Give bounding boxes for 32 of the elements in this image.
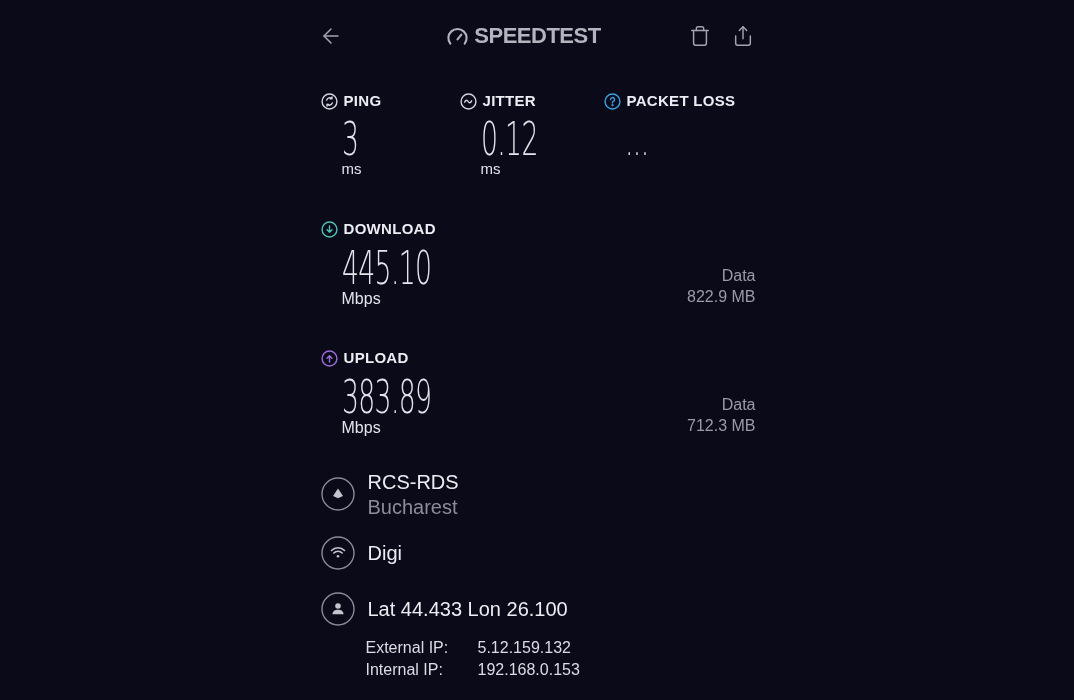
metric-value: 0.12 xyxy=(480,117,538,161)
trash-icon xyxy=(688,24,711,48)
speed-unit: Mbps xyxy=(341,290,381,307)
metric-unit: ms xyxy=(341,160,362,177)
speed-unit: Mbps xyxy=(341,419,381,436)
connection-subtitle: Bucharest xyxy=(367,495,459,520)
metric-label: PING xyxy=(343,92,382,110)
data-label: Data xyxy=(721,266,756,286)
speed-value: 445.10 xyxy=(341,246,431,290)
ip-value: 192.168.0.153 xyxy=(477,660,580,680)
speed-label: DOWNLOAD xyxy=(343,220,436,238)
user-icon xyxy=(320,592,355,626)
data-value: 712.3 MB xyxy=(687,416,756,436)
data-value: 822.9 MB xyxy=(687,287,756,307)
metric-value: 3 xyxy=(341,117,358,161)
connection-title: Lat 44.433 Lon 26.100 xyxy=(367,596,568,622)
wifi-icon xyxy=(320,536,355,570)
metric-value: ... xyxy=(624,117,648,161)
ip-value: 5.12.159.132 xyxy=(477,638,571,658)
ip-label: External IP: xyxy=(365,638,450,658)
metric-label: PACKET LOSS xyxy=(626,92,736,110)
metric-label: JITTER xyxy=(482,92,536,110)
pyramid-icon xyxy=(320,477,355,511)
ip-label: Internal IP: xyxy=(365,660,444,680)
connection-title: RCS-RDS xyxy=(367,470,459,495)
delete-button[interactable] xyxy=(688,24,711,48)
app-title: SPEEDTEST xyxy=(474,23,601,49)
speed-value: 383.89 xyxy=(341,375,431,419)
data-label: Data xyxy=(721,395,756,415)
metric-unit: ms xyxy=(480,160,501,177)
speed-label: UPLOAD xyxy=(343,349,409,367)
connection-title: Digi xyxy=(367,540,402,566)
